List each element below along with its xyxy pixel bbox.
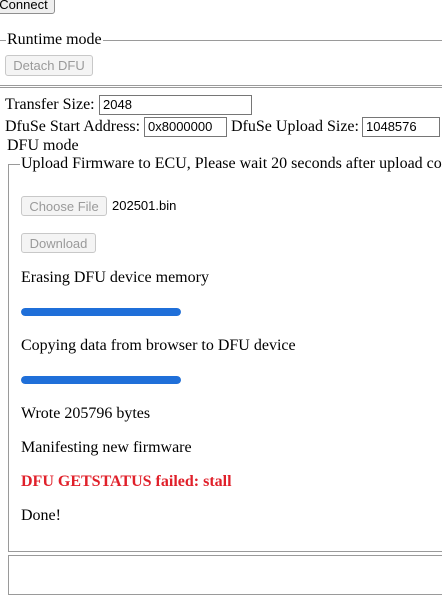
dfuse-upload-size-input[interactable]: 1048576 bbox=[362, 117, 440, 137]
upload-firmware-fieldset bbox=[8, 164, 442, 552]
log-done: Done! bbox=[21, 507, 61, 524]
connect-button[interactable]: Connect bbox=[0, 0, 55, 14]
dfu-mode-label: DFU mode bbox=[7, 137, 79, 154]
runtime-mode-legend: Runtime mode bbox=[6, 31, 103, 49]
log-manifesting: Manifesting new firmware bbox=[21, 439, 192, 456]
log-error-message: DFU GETSTATUS failed: stall bbox=[21, 473, 232, 490]
transfer-size-input[interactable]: 2048 bbox=[99, 95, 252, 115]
lower-fieldset bbox=[8, 555, 442, 595]
dfuse-start-address-label: DfuSe Start Address: bbox=[5, 118, 141, 135]
selected-file-name: 202501.bin bbox=[112, 198, 177, 213]
copy-progress-bar bbox=[21, 376, 181, 384]
log-copying: Copying data from browser to DFU device bbox=[21, 337, 296, 354]
section-divider bbox=[0, 87, 442, 88]
transfer-size-label: Transfer Size: bbox=[5, 96, 95, 113]
log-wrote-bytes: Wrote 205796 bytes bbox=[21, 405, 151, 422]
download-button[interactable]: Download bbox=[21, 233, 96, 253]
choose-file-button[interactable]: Choose File bbox=[21, 196, 107, 216]
dfuse-start-address-input[interactable]: 0x8000000 bbox=[144, 117, 227, 137]
log-erasing: Erasing DFU device memory bbox=[21, 269, 209, 286]
erase-progress-bar bbox=[21, 308, 181, 316]
dfuse-upload-size-label: DfuSe Upload Size: bbox=[231, 118, 359, 135]
detach-dfu-button[interactable]: Detach DFU bbox=[5, 55, 93, 76]
upload-firmware-legend: Upload Firmware to ECU, Please wait 20 s… bbox=[20, 155, 442, 173]
copy-progress-fill bbox=[21, 376, 181, 384]
erase-progress-fill bbox=[21, 308, 181, 316]
